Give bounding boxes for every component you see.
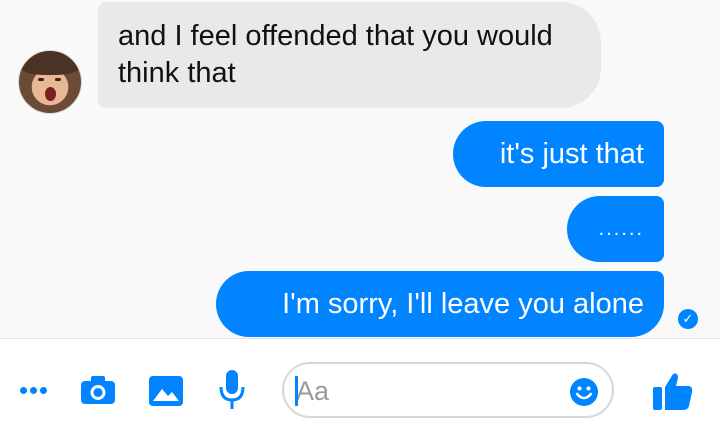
message-input[interactable] [294, 372, 558, 410]
avatar-hair [19, 51, 81, 75]
incoming-message-bubble[interactable]: and I feel offended that you would think… [98, 2, 601, 108]
outgoing-message-bubble[interactable]: it's just that [453, 121, 664, 187]
emoji-icon[interactable] [569, 377, 599, 407]
avatar-eye [38, 78, 44, 81]
more-icon[interactable] [20, 387, 48, 395]
message-input-box[interactable] [282, 362, 614, 418]
avatar-mouth [45, 87, 56, 101]
message-text: I'm sorry, I'll leave you alone [282, 287, 644, 320]
thumbs-up-icon[interactable] [652, 371, 694, 411]
camera-icon[interactable] [80, 375, 116, 405]
outgoing-message-bubble[interactable]: ...... [567, 196, 664, 262]
message-text: ...... [598, 217, 644, 240]
message-text: it's just that [499, 137, 644, 170]
image-icon[interactable] [148, 375, 184, 407]
outgoing-message-bubble[interactable]: I'm sorry, I'll leave you alone [216, 271, 664, 337]
contact-avatar[interactable] [18, 50, 82, 114]
message-composer [0, 338, 720, 440]
seen-check-icon: ✓ [678, 309, 698, 329]
text-caret [295, 376, 298, 406]
message-thread: and I feel offended that you would think… [0, 0, 720, 338]
microphone-icon[interactable] [218, 369, 246, 411]
avatar-eye [55, 78, 61, 81]
